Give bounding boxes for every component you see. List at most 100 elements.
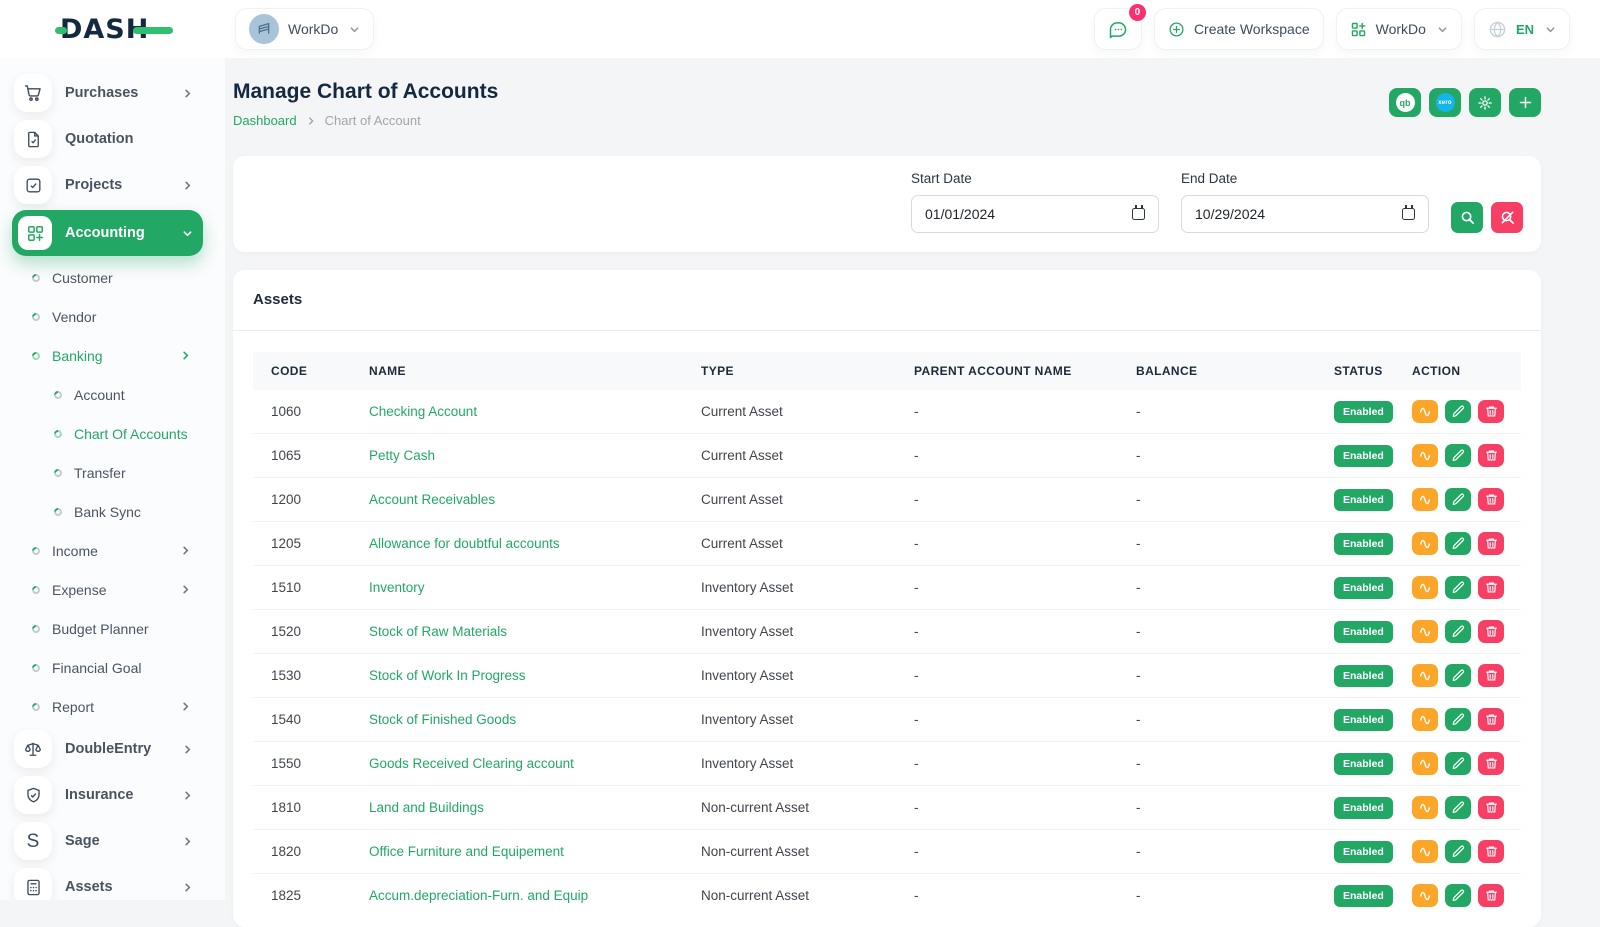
messages-button[interactable]: 0	[1094, 8, 1142, 50]
chart-action-button[interactable]	[1412, 620, 1438, 643]
account-name-link[interactable]: Account Receivables	[369, 492, 495, 507]
workspace-selector[interactable]: WorkDo	[235, 8, 374, 50]
status-badge[interactable]: Enabled	[1334, 709, 1393, 731]
sidebar-item-projects[interactable]: Projects	[12, 162, 203, 208]
edit-action-button[interactable]	[1445, 400, 1471, 423]
sidebar-item-income[interactable]: Income	[12, 531, 203, 570]
chart-action-button[interactable]	[1412, 444, 1438, 467]
sidebar-item-account[interactable]: Account	[12, 375, 203, 414]
chart-action-button[interactable]	[1412, 532, 1438, 555]
status-badge[interactable]: Enabled	[1334, 665, 1393, 687]
delete-action-button[interactable]	[1478, 488, 1504, 511]
edit-action-button[interactable]	[1445, 708, 1471, 731]
edit-action-button[interactable]	[1445, 884, 1471, 907]
sidebar-item-transfer[interactable]: Transfer	[12, 453, 203, 492]
status-badge[interactable]: Enabled	[1334, 401, 1393, 423]
sidebar-item-sage[interactable]: SSage	[12, 818, 203, 864]
chart-action-button[interactable]	[1412, 796, 1438, 819]
sidebar-item-chart-of-accounts[interactable]: Chart Of Accounts	[12, 414, 203, 453]
sidebar-item-accounting[interactable]: Accounting	[12, 210, 203, 256]
chart-action-button[interactable]	[1412, 708, 1438, 731]
sidebar-item-insurance[interactable]: Insurance	[12, 772, 203, 818]
chart-action-button[interactable]	[1412, 488, 1438, 511]
edit-action-button[interactable]	[1445, 796, 1471, 819]
sidebar-item-expense[interactable]: Expense	[12, 570, 203, 609]
breadcrumb-dashboard-link[interactable]: Dashboard	[233, 113, 297, 128]
reset-filter-button[interactable]	[1491, 202, 1523, 233]
delete-action-button[interactable]	[1478, 708, 1504, 731]
chart-action-button[interactable]	[1412, 400, 1438, 423]
end-date-input[interactable]: 10/29/2024	[1181, 195, 1429, 233]
status-badge[interactable]: Enabled	[1334, 753, 1393, 775]
account-name-link[interactable]: Accum.depreciation-Furn. and Equip	[369, 888, 588, 903]
account-name-link[interactable]: Land and Buildings	[369, 800, 484, 815]
sidebar-item-report[interactable]: Report	[12, 687, 203, 726]
delete-action-button[interactable]	[1478, 796, 1504, 819]
sidebar-item-assets[interactable]: Assets	[12, 864, 203, 900]
account-name-link[interactable]: Goods Received Clearing account	[369, 756, 574, 771]
edit-action-button[interactable]	[1445, 620, 1471, 643]
sidebar-item-purchases[interactable]: Purchases	[12, 70, 203, 116]
status-badge[interactable]: Enabled	[1334, 445, 1393, 467]
language-dropdown[interactable]: EN	[1474, 8, 1570, 50]
edit-action-button[interactable]	[1445, 752, 1471, 775]
start-date-input[interactable]: 01/01/2024	[911, 195, 1159, 233]
search-button[interactable]	[1451, 202, 1483, 233]
edit-action-button[interactable]	[1445, 840, 1471, 863]
add-account-button[interactable]	[1509, 88, 1541, 117]
chart-action-button[interactable]	[1412, 840, 1438, 863]
sidebar-item-quotation[interactable]: Quotation	[12, 116, 203, 162]
edit-action-button[interactable]	[1445, 444, 1471, 467]
account-name-link[interactable]: Office Furniture and Equipement	[369, 844, 564, 859]
sidebar-item-vendor[interactable]: Vendor	[12, 297, 203, 336]
cell-actions	[1394, 654, 1521, 698]
calendar-icon[interactable]	[1132, 208, 1145, 220]
delete-action-button[interactable]	[1478, 532, 1504, 555]
status-badge[interactable]: Enabled	[1334, 841, 1393, 863]
settings-button[interactable]	[1469, 88, 1501, 117]
calendar-icon[interactable]	[1402, 208, 1415, 220]
edit-action-button[interactable]	[1445, 532, 1471, 555]
edit-action-button[interactable]	[1445, 664, 1471, 687]
edit-action-button[interactable]	[1445, 488, 1471, 511]
account-name-link[interactable]: Stock of Raw Materials	[369, 624, 507, 639]
status-badge[interactable]: Enabled	[1334, 533, 1393, 555]
account-name-link[interactable]: Allowance for doubtful accounts	[369, 536, 560, 551]
sidebar-item-bank-sync[interactable]: Bank Sync	[12, 492, 203, 531]
account-name-link[interactable]: Inventory	[369, 580, 425, 595]
delete-action-button[interactable]	[1478, 840, 1504, 863]
status-badge[interactable]: Enabled	[1334, 489, 1393, 511]
chart-action-button[interactable]	[1412, 752, 1438, 775]
delete-action-button[interactable]	[1478, 620, 1504, 643]
delete-action-button[interactable]	[1478, 444, 1504, 467]
status-badge[interactable]: Enabled	[1334, 621, 1393, 643]
sidebar-item-banking[interactable]: Banking	[12, 336, 203, 375]
status-badge[interactable]: Enabled	[1334, 797, 1393, 819]
edit-action-button[interactable]	[1445, 576, 1471, 599]
delete-action-button[interactable]	[1478, 884, 1504, 907]
cell-type: Non-current Asset	[683, 874, 896, 918]
delete-action-button[interactable]	[1478, 400, 1504, 423]
chart-action-button[interactable]	[1412, 576, 1438, 599]
cell-parent-account: -	[896, 830, 1118, 874]
app-logo[interactable]: DASH	[0, 14, 225, 45]
account-name-link[interactable]: Checking Account	[369, 404, 477, 419]
sidebar-item-doubleentry[interactable]: DoubleEntry	[12, 726, 203, 772]
chart-action-button[interactable]	[1412, 664, 1438, 687]
sidebar-item-financial-goal[interactable]: Financial Goal	[12, 648, 203, 687]
account-name-link[interactable]: Petty Cash	[369, 448, 435, 463]
chart-action-button[interactable]	[1412, 884, 1438, 907]
xero-button[interactable]: xero	[1429, 88, 1461, 117]
status-badge[interactable]: Enabled	[1334, 577, 1393, 599]
account-name-link[interactable]: Stock of Finished Goods	[369, 712, 516, 727]
create-workspace-button[interactable]: Create Workspace	[1154, 8, 1324, 50]
delete-action-button[interactable]	[1478, 664, 1504, 687]
sidebar-item-budget-planner[interactable]: Budget Planner	[12, 609, 203, 648]
sidebar-item-customer[interactable]: Customer	[12, 258, 203, 297]
quickbooks-button[interactable]: qb	[1389, 88, 1421, 117]
delete-action-button[interactable]	[1478, 576, 1504, 599]
delete-action-button[interactable]	[1478, 752, 1504, 775]
app-switcher-dropdown[interactable]: WorkDo	[1336, 8, 1462, 50]
account-name-link[interactable]: Stock of Work In Progress	[369, 668, 526, 683]
status-badge[interactable]: Enabled	[1334, 885, 1393, 907]
